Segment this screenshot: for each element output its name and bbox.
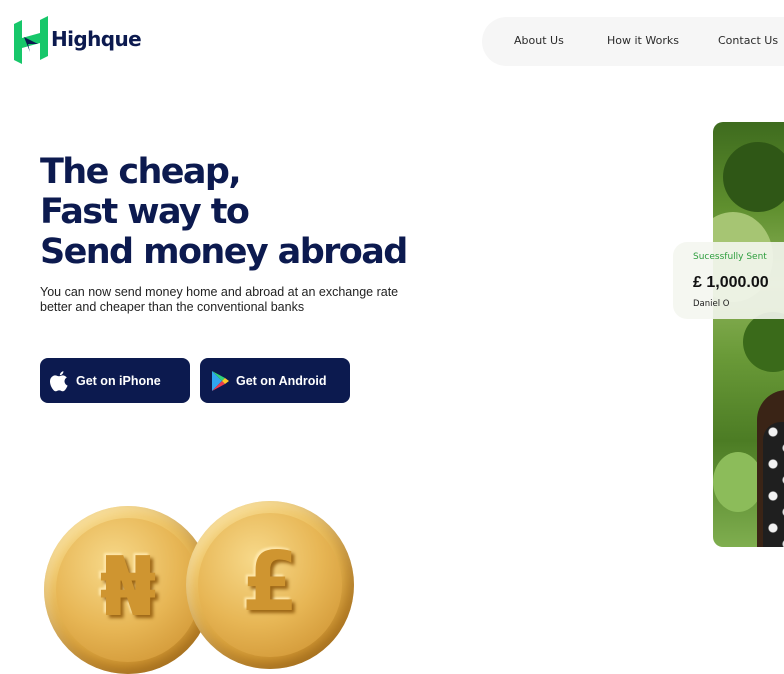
hero-subtitle-line: better and cheaper than the conventional…	[40, 300, 305, 314]
hero-subtitle: You can now send money home and abroad a…	[40, 285, 420, 315]
hero-title-line: Fast way to	[40, 192, 250, 232]
top-nav: About Us How it Works Contact Us	[482, 17, 784, 66]
brand-name: Highque	[51, 26, 142, 51]
patterned-fabric	[763, 422, 784, 547]
transfer-status: Sucessfully Sent	[693, 252, 767, 262]
highque-logo-icon	[14, 16, 48, 64]
hero-subtitle-line: You can now send money home and abroad a…	[40, 285, 399, 299]
coin-symbol: ₦	[99, 540, 157, 635]
hero-title-line: The cheap,	[40, 152, 242, 192]
apple-icon	[50, 370, 68, 391]
hero-title-line: Send money abroad	[40, 232, 408, 272]
nav-how-it-works[interactable]: How it Works	[607, 34, 679, 47]
hero-title: The cheap, Fast way to Send money abroad	[40, 152, 408, 272]
transfer-success-card: Sucessfully Sent £ 1,000.00 Daniel O	[673, 242, 784, 319]
pound-coin-icon: £	[186, 501, 354, 669]
nav-about-us[interactable]: About Us	[514, 34, 564, 47]
nav-contact-us[interactable]: Contact Us	[718, 34, 778, 47]
get-on-iphone-label: Get on iPhone	[76, 373, 161, 388]
get-on-iphone-button[interactable]: Get on iPhone	[40, 358, 190, 403]
coin-face: £	[198, 513, 342, 657]
get-on-android-button[interactable]: Get on Android	[200, 358, 350, 403]
recipient-name: Daniel O	[693, 299, 730, 309]
hero-photo	[713, 122, 784, 547]
google-play-icon	[212, 370, 229, 391]
coin-face: ₦	[56, 518, 200, 662]
get-on-android-label: Get on Android	[236, 373, 327, 388]
foliage	[723, 142, 784, 212]
transfer-amount: £ 1,000.00	[693, 274, 769, 291]
foliage	[743, 312, 784, 372]
logo[interactable]: Highque	[14, 16, 142, 64]
coin-symbol: £	[241, 535, 299, 630]
foliage	[713, 452, 763, 512]
